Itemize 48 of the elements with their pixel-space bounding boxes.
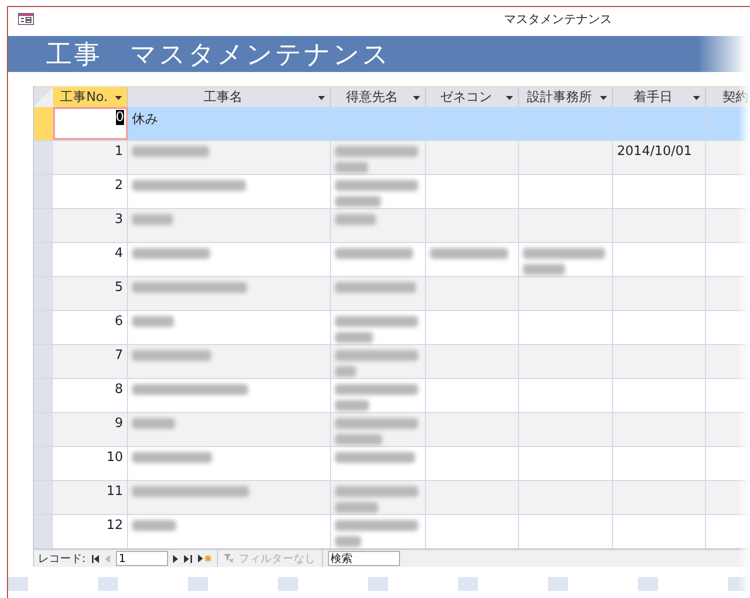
table-cell: 2014/10/01: [617, 144, 692, 159]
record-selector[interactable]: [34, 515, 53, 548]
table-cell: 6: [114, 314, 123, 329]
column-header[interactable]: 工事No.: [53, 87, 128, 107]
first-record-icon[interactable]: [90, 554, 100, 562]
form-title: 工事 マスタメンテナンス: [46, 38, 391, 72]
dropdown-icon[interactable]: [693, 96, 700, 100]
dropdown-icon[interactable]: [506, 96, 513, 100]
table-cell[interactable]: 0: [116, 110, 124, 125]
record-selector[interactable]: [34, 345, 53, 378]
record-selector[interactable]: [34, 107, 53, 140]
previous-record-icon[interactable]: [104, 554, 111, 562]
dropdown-icon[interactable]: [318, 96, 325, 100]
last-record-icon[interactable]: [184, 554, 193, 562]
window-title: マスタメンテナンス: [504, 10, 612, 28]
record-selector[interactable]: [34, 175, 53, 208]
filter-icon: [224, 554, 234, 563]
next-record-icon[interactable]: [172, 554, 179, 562]
record-selector[interactable]: [34, 277, 53, 310]
record-selector[interactable]: [34, 141, 53, 174]
table-cell: 12: [106, 518, 123, 533]
record-selector[interactable]: [34, 243, 53, 276]
form-icon: [18, 13, 34, 25]
table-cell: 10: [106, 450, 123, 465]
table-cell: 8: [114, 382, 123, 397]
search-field[interactable]: 検索: [328, 551, 400, 566]
record-selector[interactable]: [34, 379, 53, 412]
record-selector[interactable]: [34, 481, 53, 514]
new-record-icon[interactable]: [198, 554, 212, 563]
table-cell: 3: [114, 212, 123, 227]
record-selector[interactable]: [34, 447, 53, 480]
record-selector[interactable]: [34, 413, 53, 446]
select-all-corner[interactable]: [34, 87, 53, 107]
table-cell-text: 休み: [132, 111, 158, 128]
table-cell: 1: [114, 144, 123, 159]
record-selector[interactable]: [34, 209, 53, 242]
record-selector[interactable]: [34, 311, 53, 344]
record-number-field[interactable]: 1: [116, 551, 168, 566]
table-cell: 4: [114, 246, 123, 261]
table-cell: 9: [114, 416, 123, 431]
table-cell: 7: [114, 348, 123, 363]
table-cell: 2: [114, 178, 123, 193]
dropdown-icon[interactable]: [115, 96, 122, 100]
table-cell: 5: [114, 280, 123, 295]
dropdown-icon[interactable]: [413, 96, 420, 100]
dropdown-icon[interactable]: [600, 96, 607, 100]
record-label: レコード:: [38, 551, 86, 566]
table-cell: 11: [106, 484, 123, 499]
